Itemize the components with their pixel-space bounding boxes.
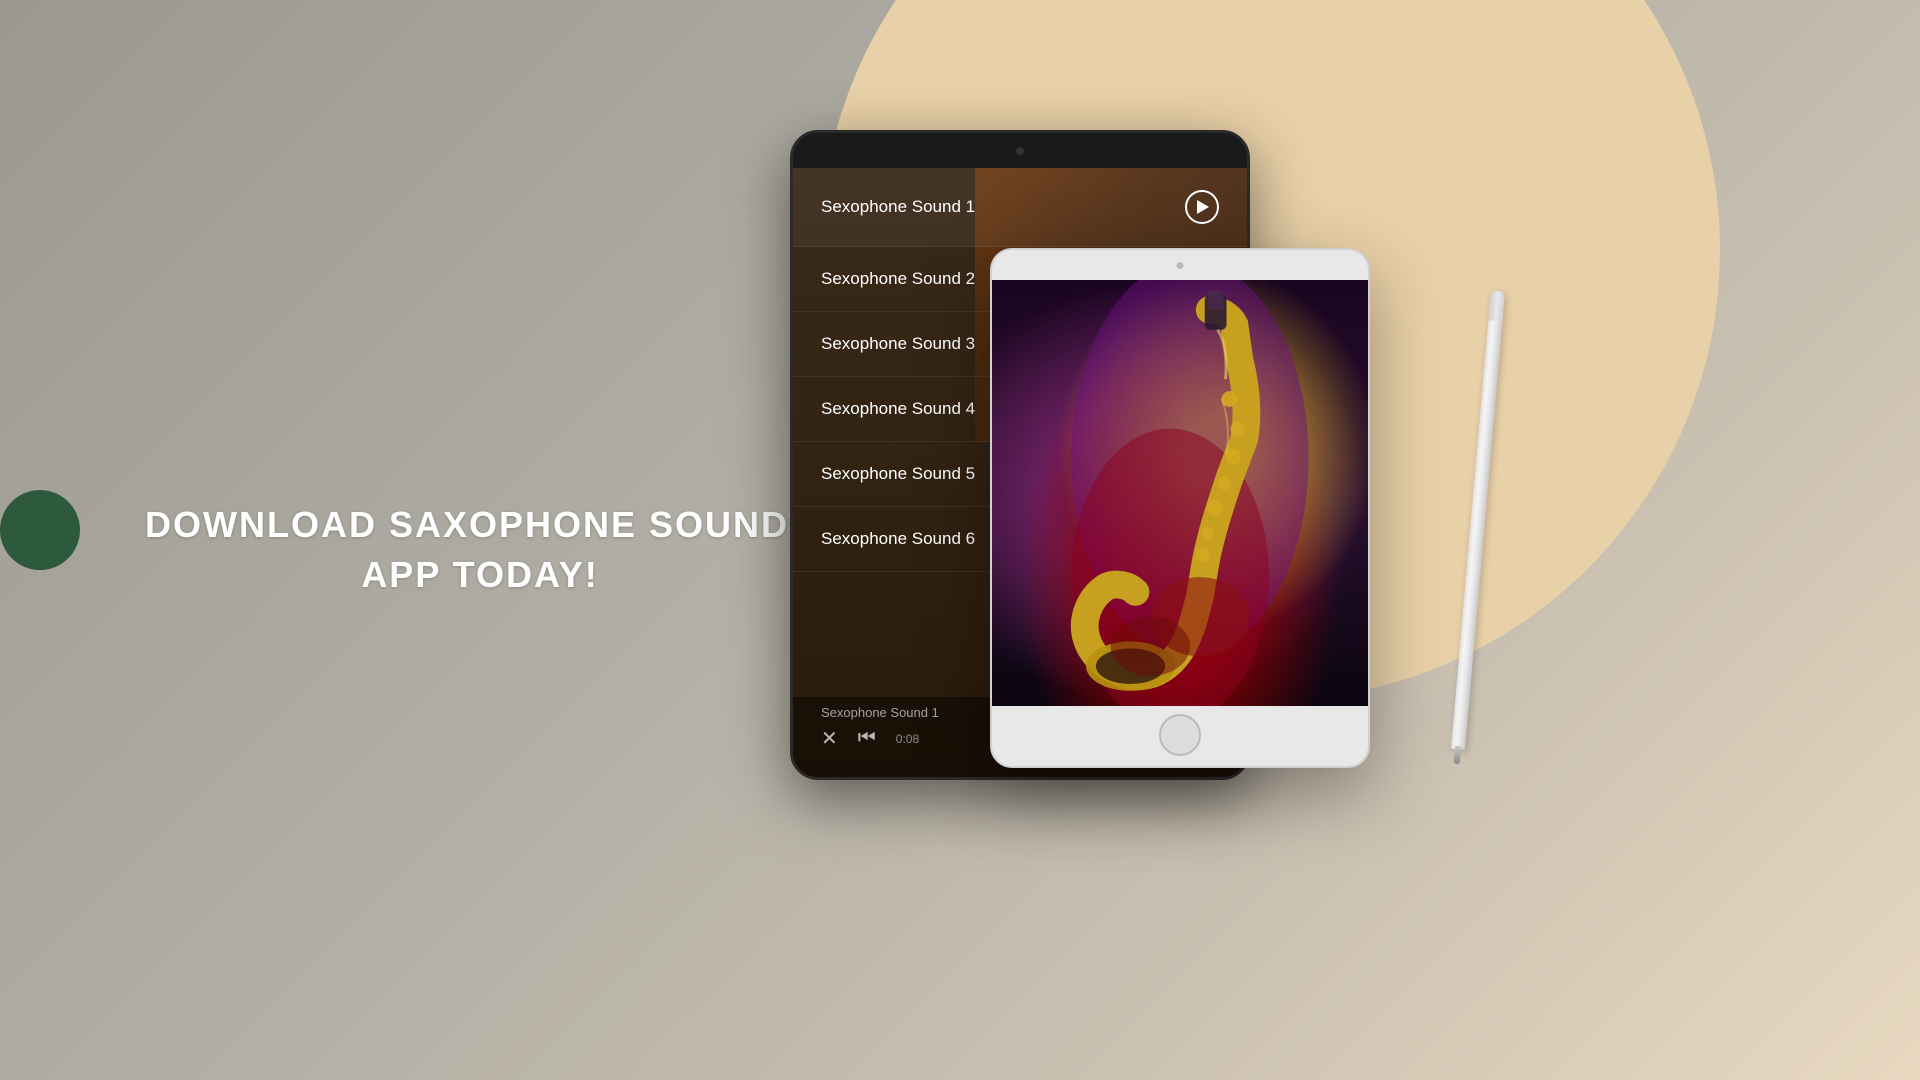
- shuffle-icon[interactable]: ✕: [821, 726, 838, 751]
- song-item-1[interactable]: Sexophone Sound 1: [793, 168, 1247, 247]
- white-tablet-camera: [1177, 262, 1184, 269]
- song-title-1: Sexophone Sound 1: [821, 197, 975, 217]
- song-title-2: Sexophone Sound 2: [821, 269, 975, 289]
- white-tablet: [990, 248, 1370, 768]
- song-title-3: Sexophone Sound 3: [821, 334, 975, 354]
- play-button-1[interactable]: [1185, 190, 1219, 224]
- song-title-5: Sexophone Sound 5: [821, 464, 975, 484]
- decorative-circle-green: [0, 490, 80, 570]
- dark-tablet-camera: [1016, 147, 1024, 155]
- hero-line1: DOWNLOAD SAXOPHONE SOUNDS: [145, 504, 815, 545]
- pencil-top: [1488, 290, 1505, 321]
- song-title-4: Sexophone Sound 4: [821, 399, 975, 419]
- hero-text: DOWNLOAD SAXOPHONE SOUNDS APP TODAY!: [145, 500, 815, 601]
- play-triangle-icon: [1197, 200, 1209, 214]
- saxophone-svg: [992, 280, 1368, 706]
- white-tablet-screen: [992, 280, 1368, 706]
- saxophone-image: [992, 280, 1368, 706]
- song-title-6: Sexophone Sound 6: [821, 529, 975, 549]
- white-tablet-home-button[interactable]: [1159, 714, 1201, 756]
- player-time: 0:08: [896, 732, 919, 746]
- hero-line2: APP TODAY!: [361, 554, 598, 595]
- skip-back-icon[interactable]: ⏮: [858, 727, 876, 750]
